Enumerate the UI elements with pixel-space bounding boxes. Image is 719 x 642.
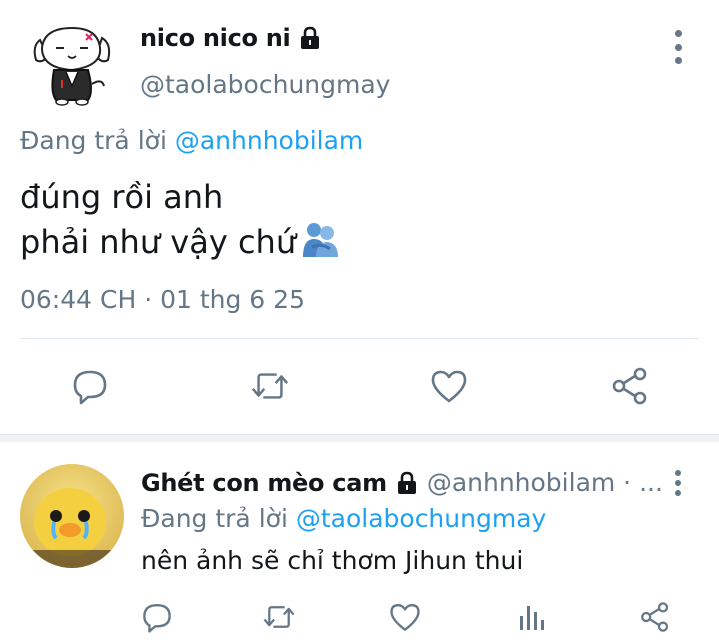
tweet-text: đúng rồi anh phải như vậy chứ (20, 175, 340, 264)
share-button[interactable] (610, 366, 650, 406)
retweet-button[interactable] (262, 600, 296, 634)
reply-author-row: Ghét con mèo cam @anhnhobilam · ... (141, 468, 663, 497)
more-options-icon[interactable] (666, 30, 690, 64)
people-hugging-emoji-icon (300, 219, 340, 259)
handle[interactable]: @taolabochungmay (140, 70, 390, 99)
main-tweet: nico nico ni @taolabochungmay Đang trả l… (0, 0, 719, 436)
dot (675, 490, 681, 496)
retweet-icon (263, 606, 295, 628)
analytics-button[interactable] (514, 600, 548, 634)
dot (674, 57, 682, 64)
avatar[interactable] (20, 464, 124, 568)
dot (674, 30, 682, 37)
display-name[interactable]: nico nico ni (140, 24, 291, 52)
reply-icon (73, 370, 107, 405)
share-button[interactable] (638, 600, 672, 634)
heart-icon (431, 370, 467, 403)
reply-tweet[interactable]: Ghét con mèo cam @anhnhobilam · ... Đang… (0, 442, 719, 642)
author-name-row: nico nico ni (140, 24, 322, 52)
like-button[interactable] (388, 600, 422, 634)
handle[interactable]: @anhnhobilam · ... (427, 468, 663, 497)
display-name[interactable]: Ghét con mèo cam (141, 469, 387, 497)
share-icon (641, 602, 669, 632)
reply-button[interactable] (70, 366, 110, 406)
section-separator (0, 434, 719, 442)
reply-to-link[interactable]: @taolabochungmay (296, 504, 546, 533)
timestamp[interactable]: 06:44 CH · 01 thg 6 25 (20, 285, 305, 314)
dot (675, 480, 681, 486)
tweet-text-line-1: đúng rồi anh (20, 178, 224, 216)
lock-icon (395, 471, 419, 495)
more-options-icon[interactable] (670, 470, 686, 496)
heart-icon (390, 604, 420, 631)
avatar[interactable] (26, 18, 116, 108)
dot (674, 43, 682, 51)
lock-icon (298, 26, 322, 50)
dog-avatar-icon (26, 18, 116, 108)
like-button[interactable] (429, 366, 469, 406)
share-icon (612, 367, 647, 405)
analytics-icon (520, 606, 544, 630)
reply-prefix: Đang trả lời (20, 126, 167, 155)
retweet-button[interactable] (250, 366, 290, 406)
reply-to-link[interactable]: @anhnhobilam (175, 126, 363, 155)
divider (20, 338, 699, 339)
reply-prefix: Đang trả lời (141, 504, 288, 533)
duck-avatar-icon (20, 464, 124, 568)
reply-icon (143, 604, 171, 633)
replying-to: Đang trả lời @taolabochungmay (141, 504, 546, 533)
retweet-icon (251, 373, 289, 399)
tweet-text: nên ảnh sẽ chỉ thơm Jihun thui (141, 546, 524, 575)
reply-button[interactable] (140, 600, 174, 634)
tweet-text-line-2: phải như vậy chứ (20, 223, 297, 261)
replying-to: Đang trả lời @anhnhobilam (20, 126, 363, 155)
dot (675, 470, 681, 476)
